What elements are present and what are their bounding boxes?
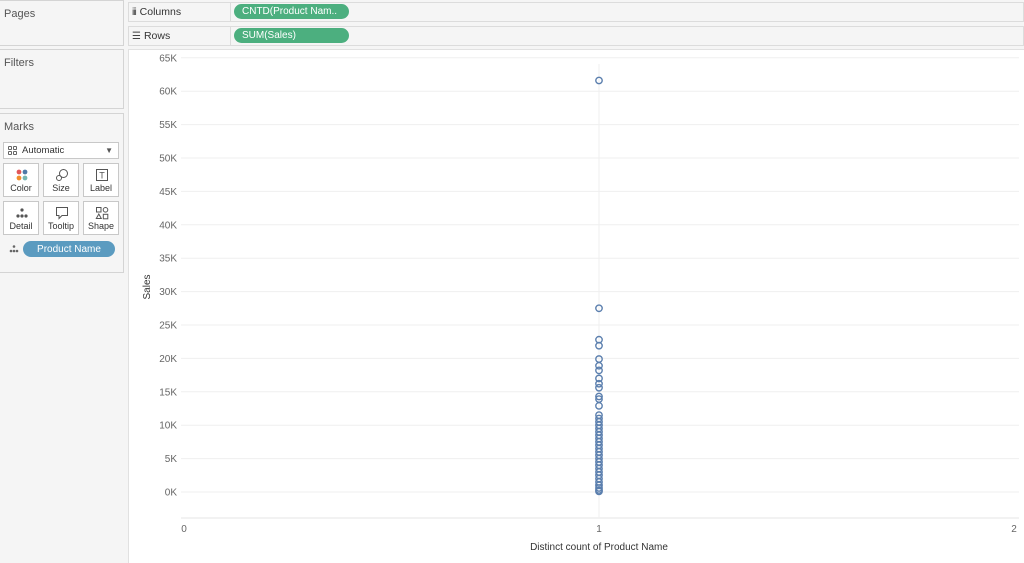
y-tick-label: 45K	[159, 187, 177, 198]
pages-card[interactable]: Pages	[0, 0, 124, 46]
marks-card: Marks Automatic ▼ Color Size T Label Det…	[0, 113, 124, 273]
y-axis-label: Sales	[142, 274, 153, 299]
size-button[interactable]: Size	[43, 163, 79, 197]
tableau-workspace: Pages Filters Marks Automatic ▼ Color Si…	[0, 0, 1024, 563]
left-panel: Pages Filters Marks Automatic ▼ Color Si…	[0, 0, 126, 563]
x-tick-label: 2	[1011, 524, 1017, 535]
color-button[interactable]: Color	[3, 163, 39, 197]
detail-icon	[16, 208, 28, 218]
detail-button[interactable]: Detail	[3, 201, 39, 235]
pages-title: Pages	[4, 8, 36, 20]
color-label: Color	[10, 183, 32, 193]
shape-button[interactable]: Shape	[83, 201, 119, 235]
chevron-down-icon: ▼	[105, 146, 113, 155]
viz-area: 0K 5K 10K 15K 20K 25K 30K 35K 40K 45K 50K 55K 60K 65K…	[128, 49, 1024, 563]
x-axis-ticks: 0 1 2	[181, 524, 1017, 535]
mark-type-value: Automatic	[22, 145, 65, 156]
filters-title: Filters	[4, 57, 34, 69]
marks-title: Marks	[4, 121, 34, 133]
y-tick-label: 0K	[165, 488, 178, 499]
tooltip-button[interactable]: Tooltip	[43, 201, 79, 235]
y-tick-label: 30K	[159, 287, 177, 298]
y-tick-label: 25K	[159, 321, 177, 332]
y-tick-label: 55K	[159, 120, 177, 131]
y-tick-label: 15K	[159, 387, 177, 398]
scatter-chart[interactable]: 0K 5K 10K 15K 20K 25K 30K 35K 40K 45K 50K 55K 60K 65K…	[129, 50, 1024, 563]
label-label: Label	[89, 183, 113, 193]
y-axis-ticks: 0K 5K 10K 15K 20K 25K 30K 35K 40K 45K 50K 55K 60K 65K	[159, 53, 177, 498]
columns-pill[interactable]: CNTD(Product Nam..	[234, 4, 349, 19]
label-icon: T	[96, 169, 108, 181]
y-tick-label: 50K	[159, 154, 177, 165]
detail-label: Detail	[9, 221, 33, 231]
rows-icon: ☰	[132, 30, 141, 42]
y-tick-label: 5K	[165, 454, 178, 465]
rows-pill[interactable]: SUM(Sales)	[234, 28, 349, 43]
detail-field-icon	[9, 241, 19, 257]
columns-shelf[interactable]: iii Columns CNTD(Product Nam..	[128, 2, 1024, 22]
svg-text:T: T	[99, 171, 105, 181]
y-tick-label: 35K	[159, 254, 177, 265]
y-tick-label: 20K	[159, 354, 177, 365]
x-tick-label: 1	[596, 524, 602, 535]
rows-shelf-label: ☰ Rows	[129, 27, 231, 45]
columns-label-text: Columns	[139, 6, 182, 18]
columns-icon: iii	[132, 6, 137, 18]
tooltip-label: Tooltip	[47, 221, 74, 231]
rows-label-text: Rows	[143, 30, 171, 42]
tooltip-icon	[56, 207, 68, 220]
y-tick-label: 65K	[159, 53, 177, 64]
size-icon	[56, 169, 68, 181]
shape-icon	[95, 207, 109, 220]
shape-label: Shape	[87, 221, 115, 231]
color-icon	[16, 169, 28, 181]
automatic-mark-icon	[8, 145, 18, 156]
y-tick-label: 60K	[159, 87, 177, 98]
label-button[interactable]: T Label	[83, 163, 119, 197]
size-label: Size	[52, 183, 70, 193]
y-tick-label: 10K	[159, 421, 177, 432]
columns-shelf-label: iii Columns	[129, 3, 231, 21]
rows-shelf[interactable]: ☰ Rows SUM(Sales)	[128, 26, 1024, 46]
x-axis-label: Distinct count of Product Name	[530, 542, 668, 553]
x-tick-label: 0	[181, 524, 187, 535]
mark-type-dropdown[interactable]: Automatic ▼	[3, 142, 119, 159]
y-tick-label: 40K	[159, 220, 177, 231]
filters-card[interactable]: Filters	[0, 49, 124, 109]
product-name-pill[interactable]: Product Name	[23, 241, 115, 257]
